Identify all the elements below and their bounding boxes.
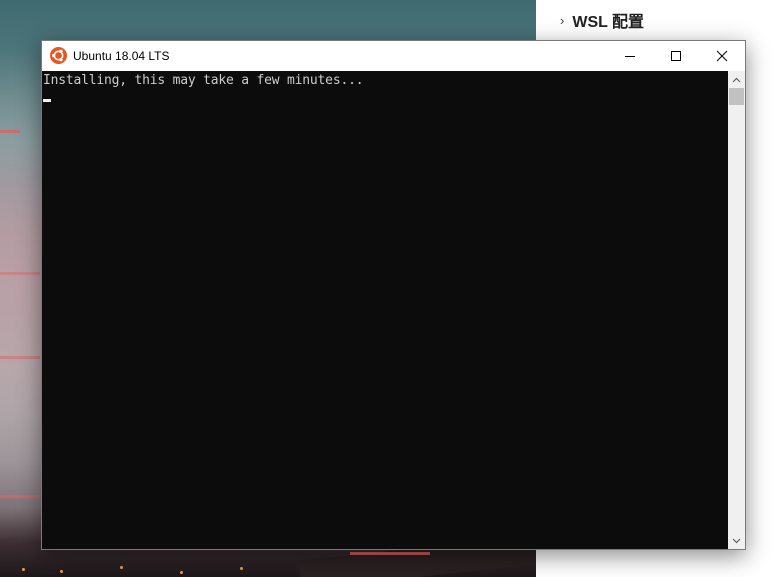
terminal-output-area[interactable]: Installing, this may take a few minutes.… — [42, 71, 728, 549]
minimize-button[interactable] — [607, 41, 653, 71]
wallpaper-light-dot — [22, 568, 25, 571]
section-heading-label: WSL 配置 — [572, 14, 645, 31]
close-icon — [716, 50, 728, 62]
ubuntu-logo-icon — [50, 47, 67, 64]
maximize-icon — [671, 51, 681, 61]
scroll-up-button[interactable] — [728, 71, 745, 88]
wallpaper-light-dot — [120, 566, 123, 569]
wallpaper-streak — [0, 495, 40, 498]
window-title-bar[interactable]: Ubuntu 18.04 LTS — [42, 41, 745, 71]
wallpaper-light-dot — [180, 571, 183, 574]
window-title: Ubuntu 18.04 LTS — [73, 49, 170, 63]
wallpaper-streak — [350, 552, 430, 555]
scrollbar-thumb[interactable] — [729, 88, 744, 105]
close-button[interactable] — [699, 41, 745, 71]
ubuntu-console-window: Ubuntu 18.04 LTS Installing, this may ta… — [41, 40, 746, 550]
wallpaper-streak — [0, 130, 20, 133]
wallpaper-streak — [0, 272, 40, 275]
wallpaper-light-dot — [60, 570, 63, 573]
wallpaper-streak — [0, 356, 40, 359]
scroll-down-arrow-icon — [732, 538, 741, 543]
maximize-button[interactable] — [653, 41, 699, 71]
scroll-down-button[interactable] — [728, 532, 745, 549]
text-cursor — [43, 99, 51, 102]
scroll-up-arrow-icon — [732, 77, 741, 82]
minimize-icon — [625, 56, 635, 57]
vertical-scrollbar[interactable] — [728, 71, 745, 549]
chevron-right-icon: › — [560, 12, 565, 28]
desktop: › WSL 配置 Ubuntu 18.04 LTS Installing, th… — [0, 0, 776, 577]
terminal-output-line: Installing, this may take a few minutes.… — [43, 73, 364, 88]
wallpaper-light-dot — [240, 567, 243, 570]
section-heading[interactable]: › WSL 配置 — [560, 8, 644, 32]
